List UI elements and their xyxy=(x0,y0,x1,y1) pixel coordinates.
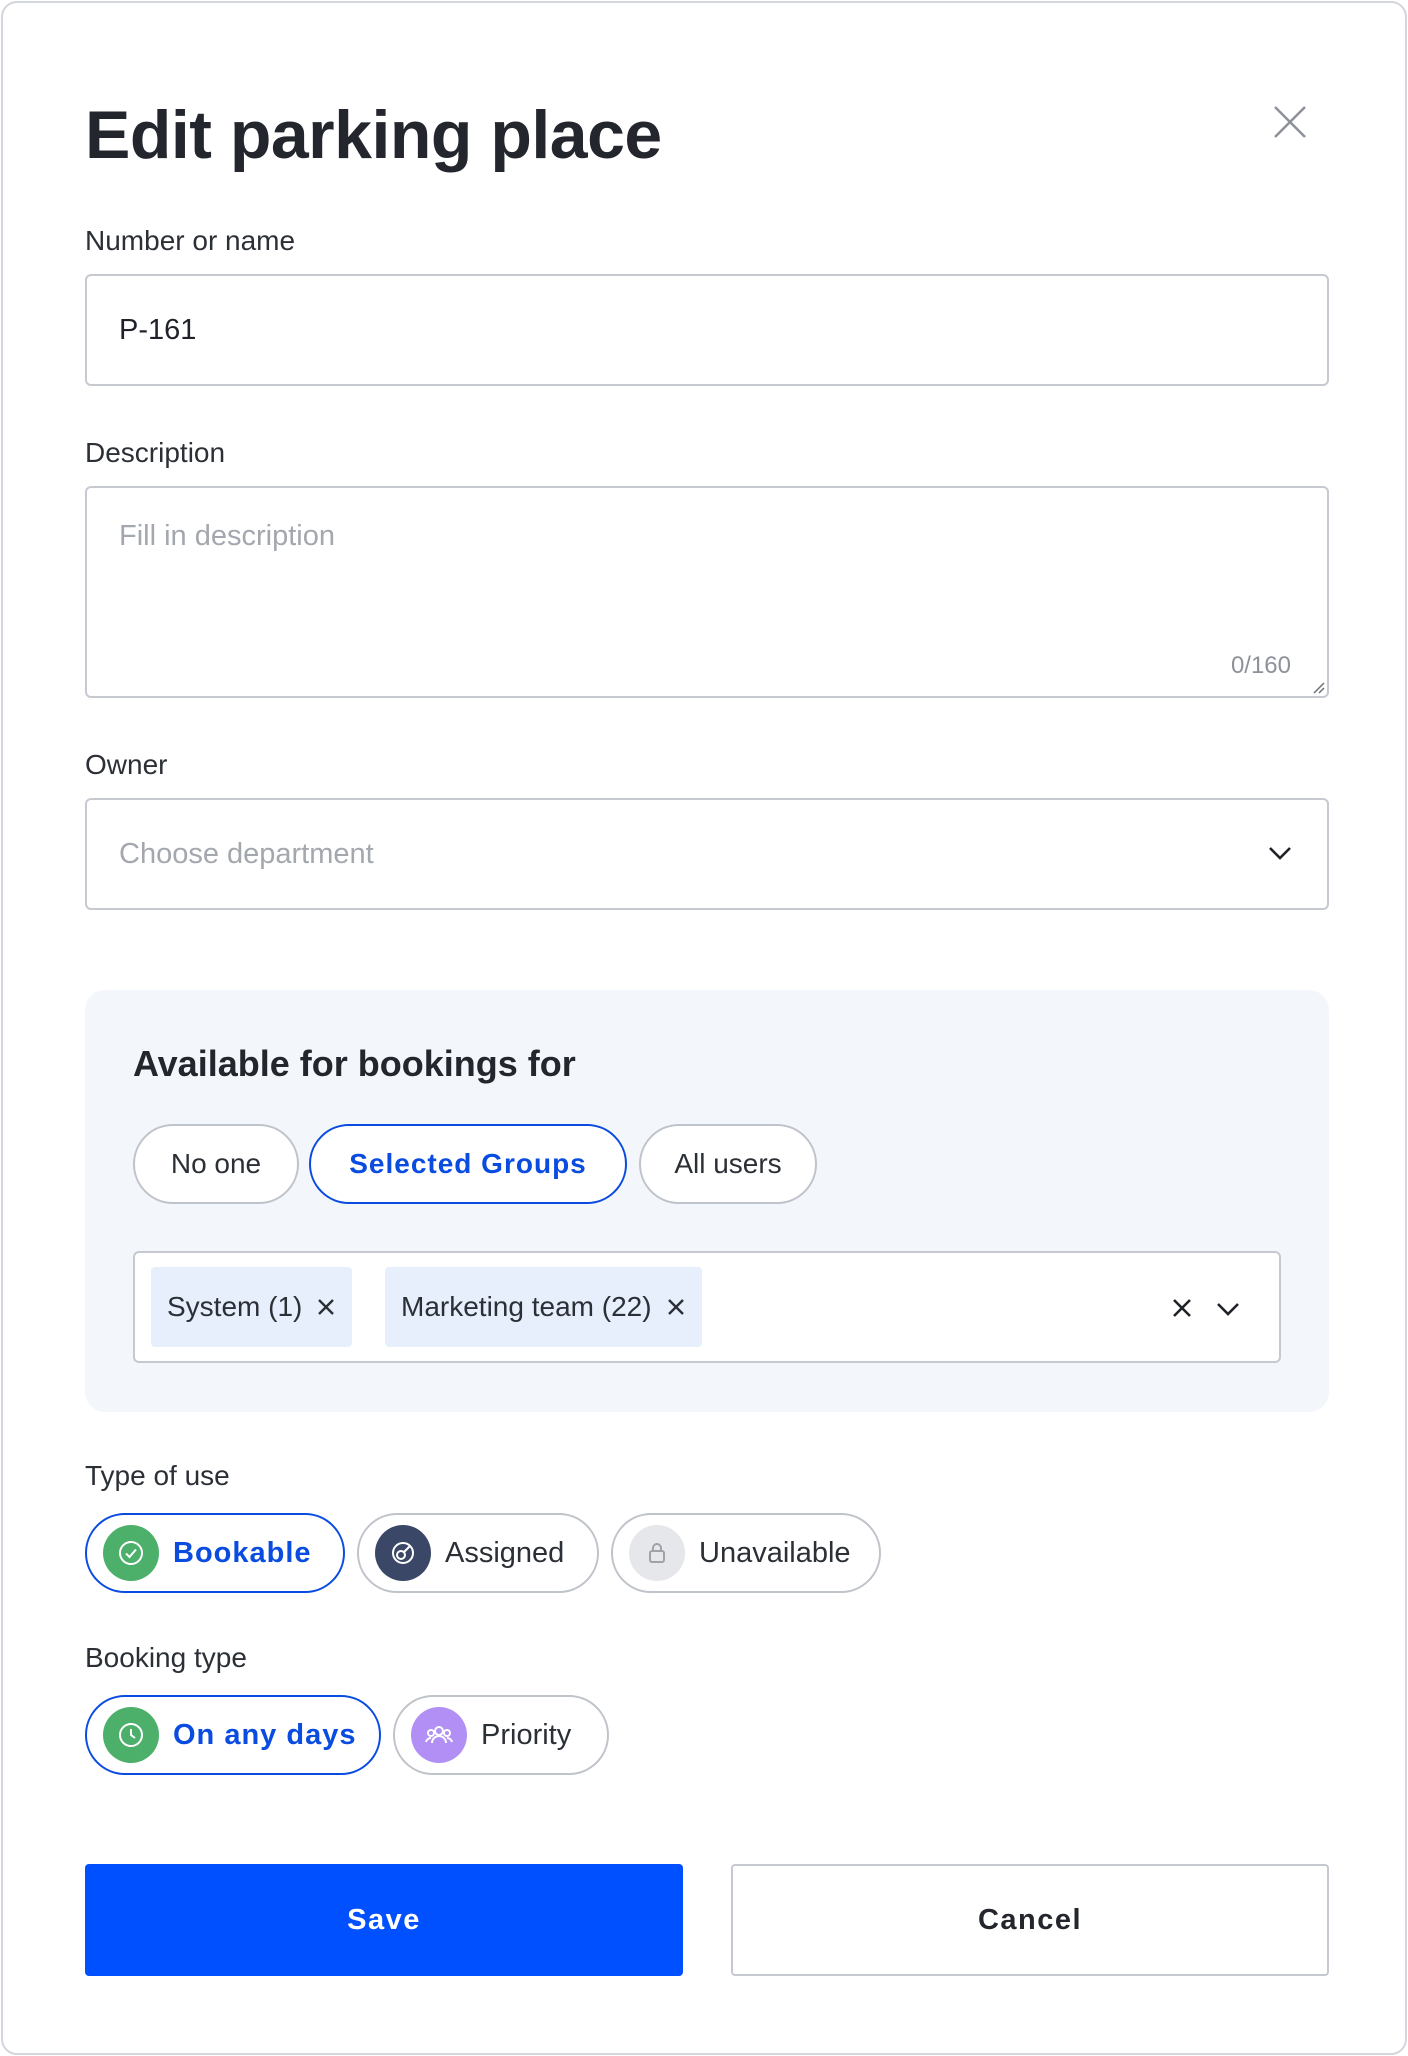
booking-priority-label: Priority xyxy=(481,1718,572,1751)
group-icon xyxy=(411,1707,467,1763)
option-no-one[interactable]: No one xyxy=(133,1124,299,1204)
availability-title: Available for bookings for xyxy=(133,1043,576,1084)
booking-priority[interactable]: Priority xyxy=(393,1695,609,1775)
check-circle-icon xyxy=(103,1525,159,1581)
character-counter: 0/160 xyxy=(1230,652,1291,679)
type-assigned-label: Assigned xyxy=(445,1536,565,1569)
save-button[interactable]: Save xyxy=(85,1864,683,1976)
remove-chip-button[interactable] xyxy=(666,1297,686,1317)
option-selected-groups-label: Selected Groups xyxy=(349,1148,587,1179)
lock-icon xyxy=(629,1525,685,1581)
group-chip: Marketing team (22) xyxy=(385,1267,702,1347)
chevron-down-icon xyxy=(1269,847,1291,860)
type-assigned[interactable]: Assigned xyxy=(357,1513,599,1593)
owner-label: Owner xyxy=(85,749,168,780)
type-unavailable-label: Unavailable xyxy=(699,1536,851,1569)
resize-handle-icon[interactable] xyxy=(1309,678,1325,694)
owner-placeholder: Choose department xyxy=(119,838,374,870)
option-no-one-label: No one xyxy=(170,1148,262,1179)
description-label: Description xyxy=(85,437,226,468)
type-unavailable[interactable]: Unavailable xyxy=(611,1513,881,1593)
name-label: Number or name xyxy=(85,225,296,256)
edit-parking-dialog: Edit parking place Number or name P-161 … xyxy=(1,1,1407,2055)
name-input-value: P-161 xyxy=(119,314,197,346)
type-of-use-label: Type of use xyxy=(85,1460,230,1491)
group-chip-label: System (1) xyxy=(167,1291,303,1322)
assigned-icon xyxy=(375,1525,431,1581)
description-textarea[interactable]: Fill in description 0/160 xyxy=(85,486,1329,698)
close-button[interactable] xyxy=(1265,97,1315,147)
type-bookable[interactable]: Bookable xyxy=(85,1513,345,1593)
close-icon xyxy=(318,1299,335,1315)
clock-icon xyxy=(103,1707,159,1763)
dialog-title: Edit parking place xyxy=(85,97,662,173)
booking-on-any-days-label: On any days xyxy=(173,1718,357,1751)
booking-on-any-days[interactable]: On any days xyxy=(85,1695,381,1775)
groups-multiselect[interactable]: System (1) Marketing team (22) xyxy=(133,1251,1281,1363)
type-bookable-label: Bookable xyxy=(173,1536,312,1569)
option-all-users-label: All users xyxy=(674,1148,782,1179)
cancel-button[interactable]: Cancel xyxy=(731,1864,1329,1976)
close-icon xyxy=(1274,106,1306,138)
owner-select[interactable]: Choose department xyxy=(85,798,1329,910)
name-input[interactable]: P-161 xyxy=(85,274,1329,386)
close-icon xyxy=(667,1299,684,1315)
booking-type-label: Booking type xyxy=(85,1642,247,1673)
option-selected-groups[interactable]: Selected Groups xyxy=(309,1124,627,1204)
group-chip: System (1) xyxy=(151,1267,353,1347)
availability-panel: Available for bookings for No one Select… xyxy=(85,990,1329,1412)
option-all-users[interactable]: All users xyxy=(639,1124,817,1204)
group-chip-label: Marketing team (22) xyxy=(401,1291,652,1322)
clear-all-icon[interactable] xyxy=(1171,1297,1193,1319)
remove-chip-button[interactable] xyxy=(316,1297,336,1317)
description-placeholder: Fill in description xyxy=(119,520,335,552)
chevron-down-icon[interactable] xyxy=(1215,1300,1241,1318)
